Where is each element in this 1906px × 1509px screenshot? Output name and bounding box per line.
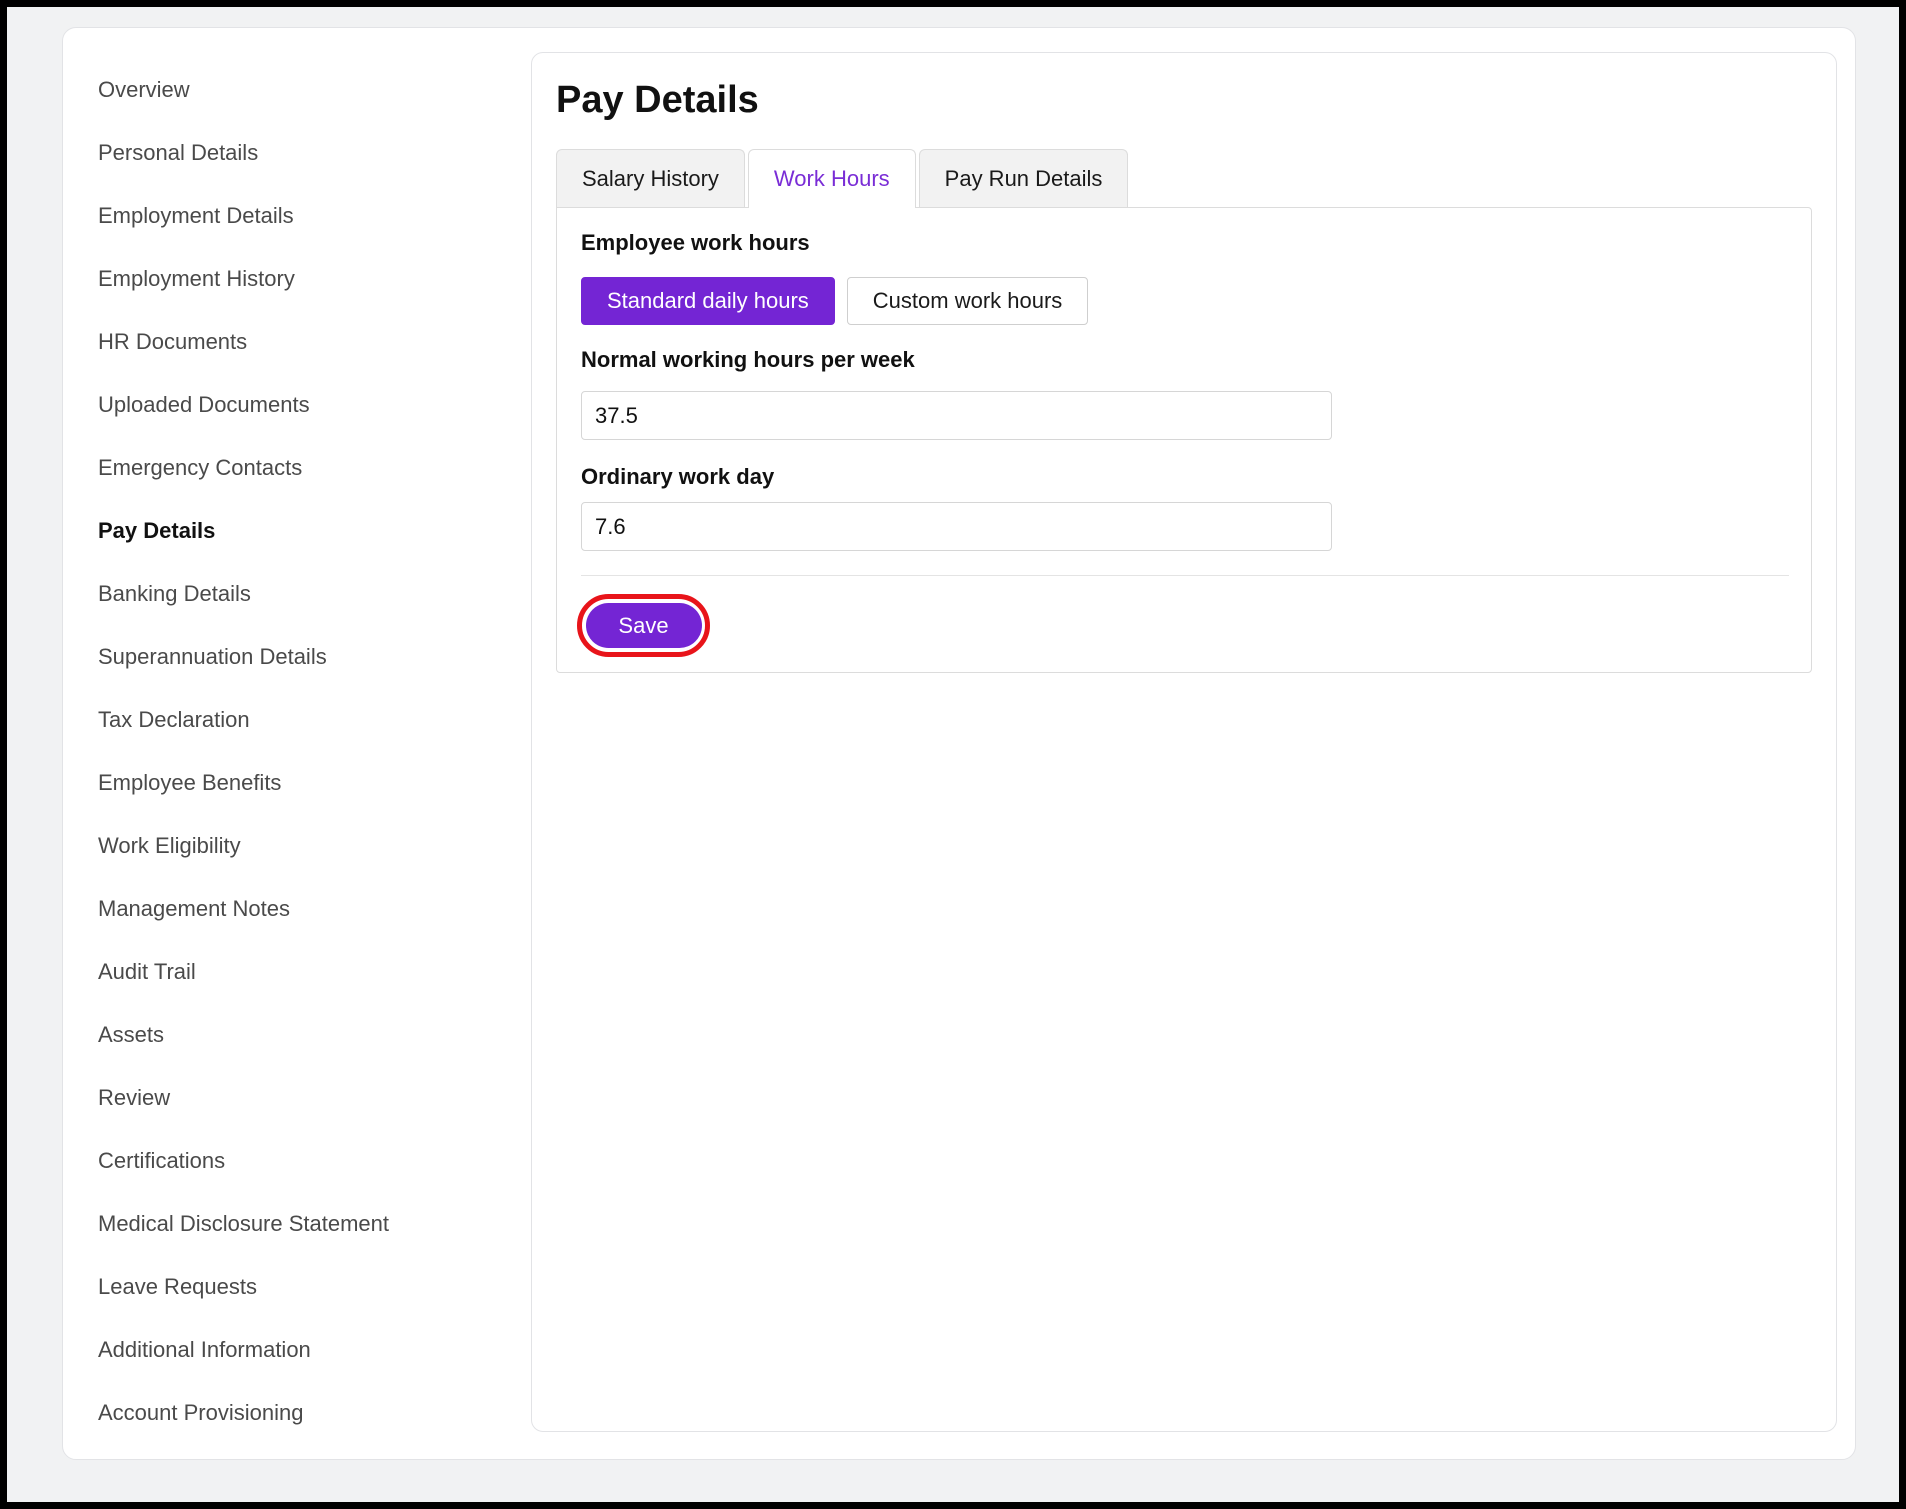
- sidebar-item-employment-details[interactable]: Employment Details: [98, 184, 498, 247]
- sidebar-item-emergency-contacts[interactable]: Emergency Contacts: [98, 436, 498, 499]
- ordinary-work-day-label: Ordinary work day: [581, 464, 775, 489]
- sidebar-item-superannuation-details[interactable]: Superannuation Details: [98, 625, 498, 688]
- custom-work-hours-button[interactable]: Custom work hours: [846, 277, 1089, 325]
- sidebar-item-pay-details[interactable]: Pay Details: [98, 499, 498, 562]
- normal-hours-label: Normal working hours per week: [581, 347, 915, 372]
- sidebar-item-medical-disclosure-statement[interactable]: Medical Disclosure Statement: [98, 1192, 498, 1255]
- sidebar-item-account-provisioning[interactable]: Account Provisioning: [98, 1381, 498, 1444]
- sidebar-item-work-eligibility[interactable]: Work Eligibility: [98, 814, 498, 877]
- sidebar-item-leave-requests[interactable]: Leave Requests: [98, 1255, 498, 1318]
- work-hours-type-toggle: Standard daily hours Custom work hours: [581, 277, 1089, 325]
- tab-pay-run-details[interactable]: Pay Run Details: [918, 149, 1129, 207]
- sidebar-item-employee-benefits[interactable]: Employee Benefits: [98, 751, 498, 814]
- normal-hours-input[interactable]: [581, 391, 1332, 440]
- form-divider: [581, 575, 1789, 576]
- sidebar-item-additional-information[interactable]: Additional Information: [98, 1318, 498, 1381]
- pay-details-card: Pay Details Salary History Work Hours Pa…: [531, 52, 1837, 1432]
- sidebar-item-overview[interactable]: Overview: [98, 58, 498, 121]
- tab-work-hours[interactable]: Work Hours: [747, 149, 916, 208]
- sidebar-item-certifications[interactable]: Certifications: [98, 1129, 498, 1192]
- standard-daily-hours-button[interactable]: Standard daily hours: [581, 277, 835, 325]
- sidebar-item-tax-declaration[interactable]: Tax Declaration: [98, 688, 498, 751]
- sidebar-item-uploaded-documents[interactable]: Uploaded Documents: [98, 373, 498, 436]
- sidebar-item-banking-details[interactable]: Banking Details: [98, 562, 498, 625]
- sidebar-item-audit-trail[interactable]: Audit Trail: [98, 940, 498, 1003]
- sidebar-item-hr-documents[interactable]: HR Documents: [98, 310, 498, 373]
- sidebar-item-management-notes[interactable]: Management Notes: [98, 877, 498, 940]
- sidebar-item-assets[interactable]: Assets: [98, 1003, 498, 1066]
- employee-profile-card: Overview Personal Details Employment Det…: [62, 27, 1856, 1460]
- sidebar-nav: Overview Personal Details Employment Det…: [98, 58, 498, 1444]
- save-button-highlight: Save: [577, 594, 710, 657]
- tab-salary-history[interactable]: Salary History: [556, 149, 745, 207]
- sidebar-item-personal-details[interactable]: Personal Details: [98, 121, 498, 184]
- sidebar-item-employment-history[interactable]: Employment History: [98, 247, 498, 310]
- work-hours-panel: Employee work hours Standard daily hours…: [556, 207, 1812, 673]
- app-viewport: Overview Personal Details Employment Det…: [7, 7, 1899, 1502]
- sidebar-item-review[interactable]: Review: [98, 1066, 498, 1129]
- employee-work-hours-label: Employee work hours: [581, 230, 810, 255]
- tab-bar: Salary History Work Hours Pay Run Detail…: [556, 149, 1129, 208]
- ordinary-work-day-input[interactable]: [581, 502, 1332, 551]
- page-title: Pay Details: [556, 79, 759, 121]
- save-button[interactable]: Save: [585, 603, 702, 648]
